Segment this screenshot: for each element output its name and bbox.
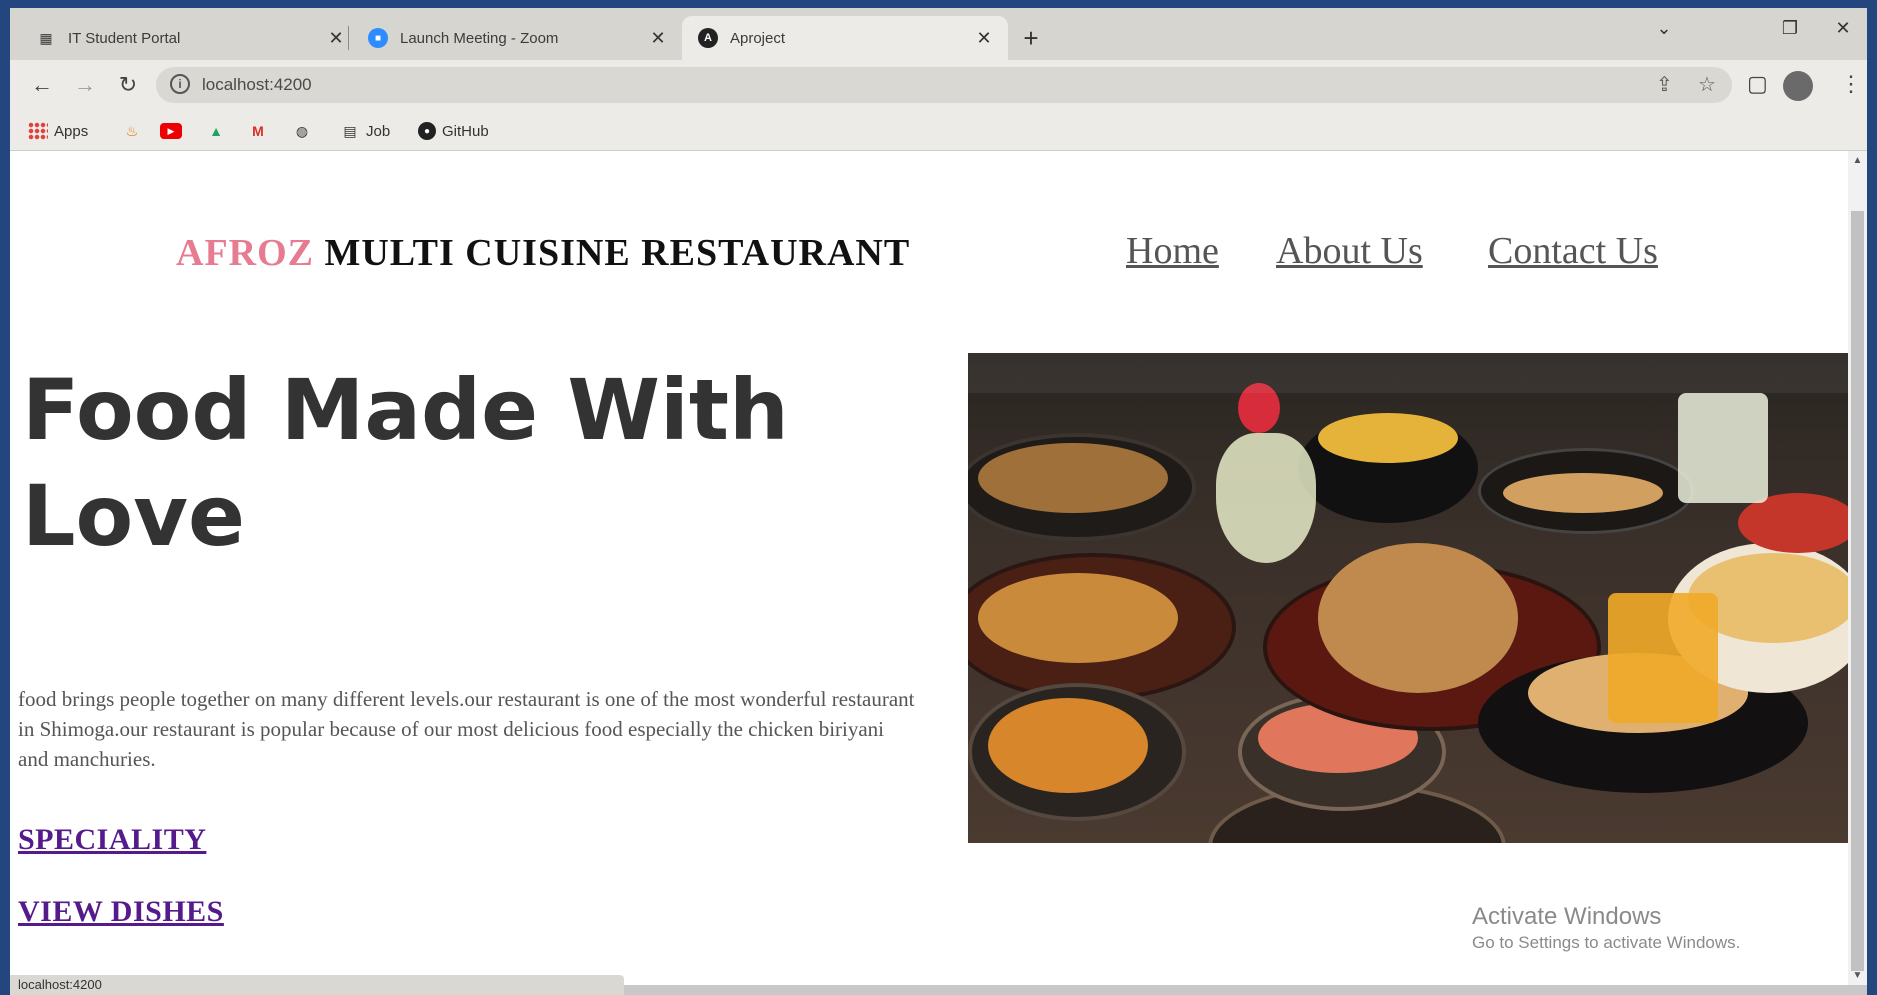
food-banner-image	[968, 353, 1848, 843]
chevron-down-icon[interactable]: ⌄	[1644, 18, 1684, 39]
close-icon[interactable]: ✕	[974, 28, 994, 49]
bookmark-label: Apps	[54, 122, 89, 140]
watermark-line2: Go to Settings to activate Windows.	[1472, 933, 1741, 952]
apps-grid-icon	[28, 122, 48, 140]
browser-window: ▦ IT Student Portal ✕ ■ Launch Meeting -…	[10, 8, 1867, 995]
tab-title: Launch Meeting - Zoom	[400, 29, 559, 47]
bookmark-gmail[interactable]: M	[248, 120, 274, 142]
scroll-down-icon[interactable]: ▼	[1848, 970, 1867, 981]
bookmark-github[interactable]: ● GitHub	[418, 120, 489, 142]
tab-zoom[interactable]: ■ Launch Meeting - Zoom ✕	[352, 16, 682, 60]
activate-windows-watermark: Activate Windows Go to Settings to activ…	[1472, 903, 1740, 953]
bookmark-google-drive[interactable]: ▲	[206, 120, 232, 142]
bookmark-java[interactable]: ♨	[122, 120, 148, 142]
site-brand[interactable]: AFROZ MULTI CUISINE RESTAURANT	[176, 231, 910, 275]
forward-arrow-icon[interactable]: →	[69, 69, 101, 101]
bookmark-label: Job	[366, 122, 391, 140]
browser-toolbar: ← → ↻ i localhost:4200 ⇪ ☆ ▢ ⋮	[10, 60, 1867, 110]
share-icon[interactable]: ⇪	[1656, 72, 1673, 97]
tab-aproject[interactable]: A Aproject ✕	[682, 16, 1008, 60]
scroll-up-icon[interactable]: ▲	[1848, 155, 1867, 166]
view-dishes-link[interactable]: VIEW DISHES	[18, 895, 224, 929]
brand-rest: MULTI CUISINE RESTAURANT	[324, 232, 911, 274]
bookmark-label: GitHub	[442, 122, 489, 140]
bookmarks-bar: Apps ♨ ▶ ▲ M ◍ ▤ Job ● GitHub	[10, 110, 1867, 151]
tab-strip: ▦ IT Student Portal ✕ ■ Launch Meeting -…	[10, 8, 1867, 60]
star-icon[interactable]: ☆	[1698, 72, 1716, 97]
side-panel-icon[interactable]: ▢	[1747, 71, 1768, 97]
globe-icon: ◍	[295, 122, 309, 139]
portal-icon: ▦	[39, 29, 53, 46]
brand-accent: AFROZ	[176, 232, 314, 274]
scrollbar-thumb[interactable]	[1851, 211, 1864, 971]
bookmark-youtube[interactable]: ▶	[160, 120, 188, 142]
address-bar[interactable]: i localhost:4200 ⇪ ☆	[156, 67, 1732, 103]
info-icon[interactable]: i	[170, 74, 190, 94]
zoom-icon: ■	[368, 28, 388, 48]
tab-title: Aproject	[730, 29, 786, 47]
status-bar-url: localhost:4200	[10, 975, 624, 995]
angular-icon: A	[698, 28, 718, 48]
back-arrow-icon[interactable]: ←	[26, 69, 58, 101]
avatar[interactable]	[1783, 71, 1813, 101]
java-icon: ♨	[125, 122, 139, 139]
gmail-icon: M	[252, 123, 264, 139]
restore-window-icon[interactable]: ❐	[1770, 18, 1810, 39]
url-text[interactable]: localhost:4200	[202, 75, 312, 95]
close-icon[interactable]: ✕	[326, 28, 346, 49]
nav-about-us[interactable]: About Us	[1276, 229, 1423, 273]
tab-title: IT Student Portal	[68, 29, 181, 47]
google-drive-icon: ▲	[209, 123, 223, 139]
github-icon: ●	[418, 122, 436, 140]
vertical-scrollbar[interactable]: ▲ ▼	[1848, 151, 1867, 985]
hero-title: Food Made With Love	[22, 361, 789, 565]
nav-contact-us[interactable]: Contact Us	[1488, 229, 1658, 273]
tab-student-portal[interactable]: ▦ IT Student Portal ✕	[20, 16, 360, 60]
kebab-menu-icon[interactable]: ⋮	[1840, 71, 1862, 97]
bookmark-globe[interactable]: ◍	[292, 120, 318, 142]
youtube-icon: ▶	[160, 123, 182, 139]
tab-separator	[348, 26, 349, 50]
speciality-link[interactable]: SPECIALITY	[18, 823, 206, 857]
page-content: AFROZ MULTI CUISINE RESTAURANT Home Abou…	[10, 151, 1848, 985]
job-icon: ▤	[343, 122, 357, 139]
bookmark-job[interactable]: ▤ Job	[340, 120, 390, 142]
new-tab-plus-icon[interactable]: +	[1015, 22, 1047, 54]
close-window-icon[interactable]: ✕	[1823, 18, 1863, 39]
bookmark-apps[interactable]: Apps	[28, 120, 88, 142]
close-icon[interactable]: ✕	[648, 28, 668, 49]
watermark-line1: Activate Windows	[1472, 903, 1662, 930]
reload-icon[interactable]: ↻	[112, 69, 144, 101]
hero-description: food brings people together on many diff…	[18, 687, 915, 771]
nav-home[interactable]: Home	[1126, 229, 1219, 273]
